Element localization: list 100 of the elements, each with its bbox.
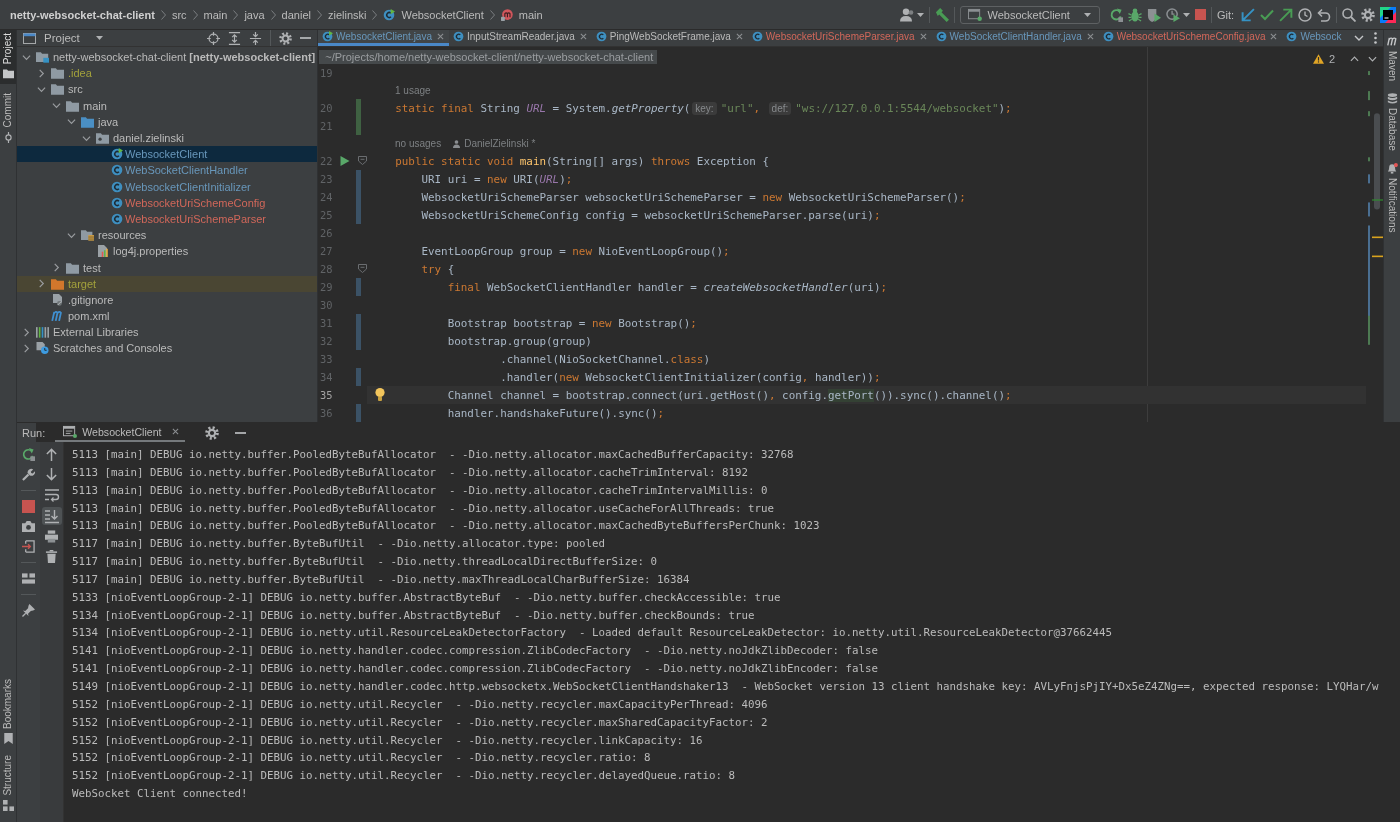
- settings-icon[interactable]: [1361, 7, 1375, 22]
- close-icon[interactable]: [919, 33, 927, 40]
- tree-item[interactable]: resources: [17, 227, 317, 244]
- warning-count[interactable]: 2: [1328, 53, 1335, 65]
- close-icon[interactable]: [1270, 33, 1278, 40]
- play-icon[interactable]: [338, 156, 352, 166]
- close-icon[interactable]: [579, 33, 587, 40]
- tool-window-button[interactable]: Project: [0, 30, 16, 85]
- editor-tab[interactable]: WebSocketClientHandler.java: [931, 30, 1099, 46]
- tool-window-button[interactable]: Maven: [1384, 34, 1400, 83]
- change-marker-icon[interactable]: [356, 170, 361, 188]
- settings-icon[interactable]: [204, 425, 219, 440]
- warning-icon[interactable]: [1312, 54, 1324, 64]
- breadcrumb-item[interactable]: zielinski: [327, 8, 367, 21]
- stop-icon[interactable]: [1194, 9, 1206, 20]
- chevron-up-icon[interactable]: [1350, 56, 1359, 62]
- editor-tab[interactable]: WebsocketUriSchemeConfig.java: [1098, 30, 1283, 46]
- caret-down-icon[interactable]: [1182, 12, 1190, 17]
- close-icon[interactable]: [171, 428, 179, 435]
- undo-icon[interactable]: [1317, 7, 1331, 22]
- change-marker-icon[interactable]: [356, 332, 361, 350]
- wrench-icon[interactable]: [22, 468, 35, 481]
- view-selector-dropdown[interactable]: Project: [44, 32, 103, 44]
- breadcrumb-item[interactable]: WebsocketClient: [401, 8, 484, 21]
- change-marker-icon[interactable]: [356, 314, 361, 332]
- trash-icon[interactable]: [45, 550, 58, 563]
- user-icon[interactable]: [899, 7, 914, 22]
- editor-tab[interactable]: PingWebSocketFrame.java: [591, 30, 748, 46]
- check-icon[interactable]: [1260, 7, 1274, 22]
- pin-icon[interactable]: [22, 604, 35, 617]
- clock-icon[interactable]: [1298, 7, 1312, 22]
- chevron-right-icon[interactable]: [37, 68, 46, 78]
- tree-item[interactable]: daniel.zielinski: [17, 129, 317, 147]
- chevron-right-icon[interactable]: [22, 327, 31, 337]
- camera-icon[interactable]: [22, 520, 35, 533]
- run-configuration-dropdown[interactable]: WebsocketClient: [959, 5, 1100, 24]
- tree-item[interactable]: Scratches and Consoles: [17, 340, 317, 357]
- tool-window-button[interactable]: Database: [1384, 91, 1400, 153]
- tree-item[interactable]: WebsocketClientInitializer: [17, 178, 317, 195]
- chevron-down-icon[interactable]: [67, 117, 76, 127]
- tool-window-button[interactable]: Notifications: [1384, 160, 1400, 235]
- close-icon[interactable]: [437, 33, 444, 40]
- editor-tab[interactable]: InputStreamReader.java: [449, 30, 592, 46]
- tree-item[interactable]: pom.xml: [17, 308, 317, 325]
- app-logo-icon[interactable]: [1380, 6, 1396, 23]
- change-marker-icon[interactable]: [356, 117, 361, 135]
- light-bulb-icon[interactable]: [375, 388, 385, 401]
- settings-icon[interactable]: [279, 31, 292, 45]
- tree-item[interactable]: test: [17, 259, 317, 276]
- tree-item[interactable]: WebsocketClient: [17, 146, 317, 163]
- tree-item[interactable]: WebsocketUriSchemeConfig: [17, 194, 317, 211]
- grid-icon[interactable]: [22, 572, 35, 585]
- fold-icon[interactable]: [358, 264, 367, 273]
- tree-item[interactable]: target: [17, 275, 317, 292]
- chevron-down-icon[interactable]: [37, 84, 46, 94]
- arrow-up-icon[interactable]: [45, 448, 58, 461]
- usage-hint[interactable]: no usages: [395, 138, 442, 149]
- search-icon[interactable]: [1342, 7, 1356, 22]
- close-icon[interactable]: [1086, 33, 1094, 40]
- arrow-up-right-icon[interactable]: [1279, 7, 1293, 22]
- fold-icon[interactable]: [358, 156, 367, 165]
- chevron-right-icon[interactable]: [52, 263, 61, 273]
- chevron-down-icon[interactable]: [67, 230, 76, 240]
- close-icon[interactable]: [735, 33, 743, 40]
- bug-icon[interactable]: [1127, 7, 1142, 22]
- editor-tab[interactable]: WebsocketClient.java: [318, 30, 449, 46]
- usage-hint[interactable]: 1 usage: [395, 85, 431, 96]
- chevron-down-icon[interactable]: [52, 101, 61, 111]
- change-marker-icon[interactable]: [356, 206, 361, 224]
- change-marker-icon[interactable]: [356, 404, 361, 422]
- chevron-down-icon[interactable]: [1354, 35, 1364, 41]
- tool-window-button[interactable]: Commit: [0, 90, 16, 148]
- arrow-down-left-icon[interactable]: [1241, 7, 1255, 22]
- chevron-down-icon[interactable]: [1368, 56, 1377, 62]
- run-tab[interactable]: WebsocketClient: [55, 423, 185, 442]
- minimize-icon[interactable]: [234, 431, 246, 434]
- more-vertical-icon[interactable]: [1374, 32, 1377, 44]
- tree-item[interactable]: .gitignore: [17, 291, 317, 308]
- breadcrumb-item[interactable]: daniel: [281, 8, 311, 21]
- arrows-apart-icon[interactable]: [228, 31, 241, 45]
- editor-tab[interactable]: Websock: [1282, 30, 1347, 46]
- change-marker-icon[interactable]: [356, 368, 361, 386]
- tree-item[interactable]: netty-websocket-chat-client [netty-websocket-client] ~/Projects/home/netty-websocket-client/netty-websocket-chat-client: [17, 49, 658, 66]
- author-hint[interactable]: DanielZielinski *: [464, 138, 536, 149]
- arrows-together-icon[interactable]: [249, 31, 262, 45]
- gauge-play-icon[interactable]: [1165, 7, 1180, 22]
- tree-item[interactable]: WebsocketUriSchemeParser: [17, 210, 317, 228]
- rerun-icon[interactable]: [1108, 7, 1123, 22]
- tree-item[interactable]: main: [17, 97, 317, 114]
- hammer-icon[interactable]: [934, 7, 949, 22]
- arrow-into-box-icon[interactable]: [22, 540, 35, 553]
- change-marker-icon[interactable]: [356, 278, 361, 296]
- tree-item[interactable]: WebSocketClientHandler: [17, 162, 317, 179]
- tree-item[interactable]: src: [17, 81, 317, 98]
- tree-item[interactable]: log4j.properties: [17, 243, 317, 260]
- chevron-down-icon[interactable]: [82, 133, 91, 143]
- tool-window-button[interactable]: Bookmarks: [0, 679, 16, 750]
- breadcrumb-item[interactable]: netty-websocket-chat-client: [10, 8, 155, 21]
- editor-tab[interactable]: WebsocketUriSchemeParser.java: [747, 30, 932, 46]
- chevron-down-icon[interactable]: [22, 52, 31, 62]
